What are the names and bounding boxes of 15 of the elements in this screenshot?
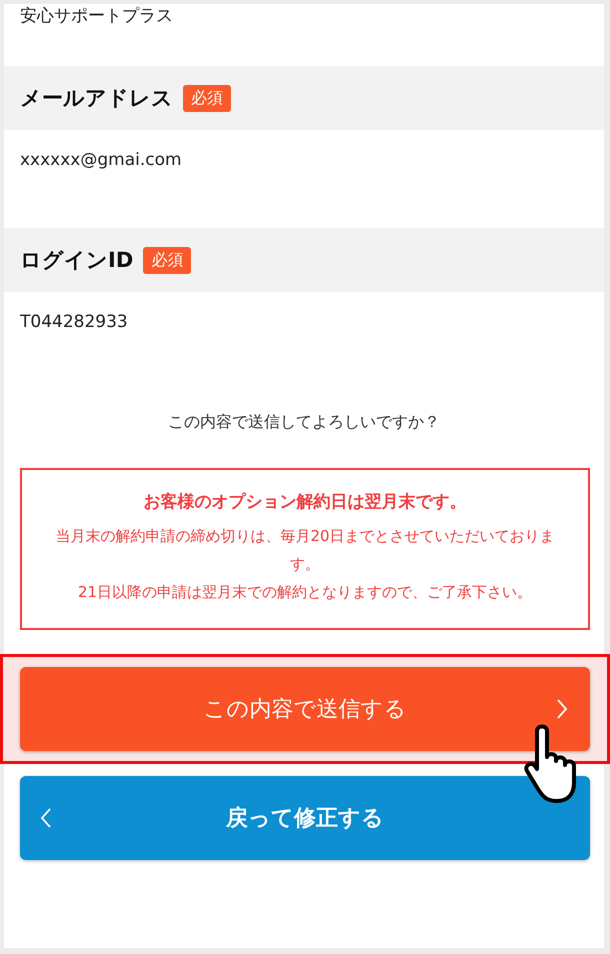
notice-title: お客様のオプション解約日は翌月末です。 — [142, 491, 468, 513]
notice-text: 21日以降の申請は翌月末での解約となりますので、ご了承下さい。 — [76, 582, 534, 602]
confirm-question: この内容で送信してよろしいですか？ — [168, 412, 440, 432]
back-button[interactable]: 戻って修正する — [20, 776, 590, 860]
required-badge: 必須 — [143, 246, 192, 274]
field-value: xxxxxx@gmai.com — [20, 150, 182, 170]
chevron-left-icon — [40, 807, 52, 830]
chevron-right-icon — [556, 698, 568, 720]
field-value: T044282933 — [20, 312, 128, 332]
field-label: メールアドレス — [20, 85, 173, 112]
required-badge: 必須 — [183, 84, 231, 112]
notice-text: 当月末の解約申請の締め切りは、毎月20日までとさせていただいております。 — [54, 526, 556, 575]
submit-button[interactable]: この内容で送信する — [20, 667, 590, 752]
field-value: 安心サポートプラス — [20, 6, 173, 26]
field-label: ログインID — [20, 247, 134, 274]
